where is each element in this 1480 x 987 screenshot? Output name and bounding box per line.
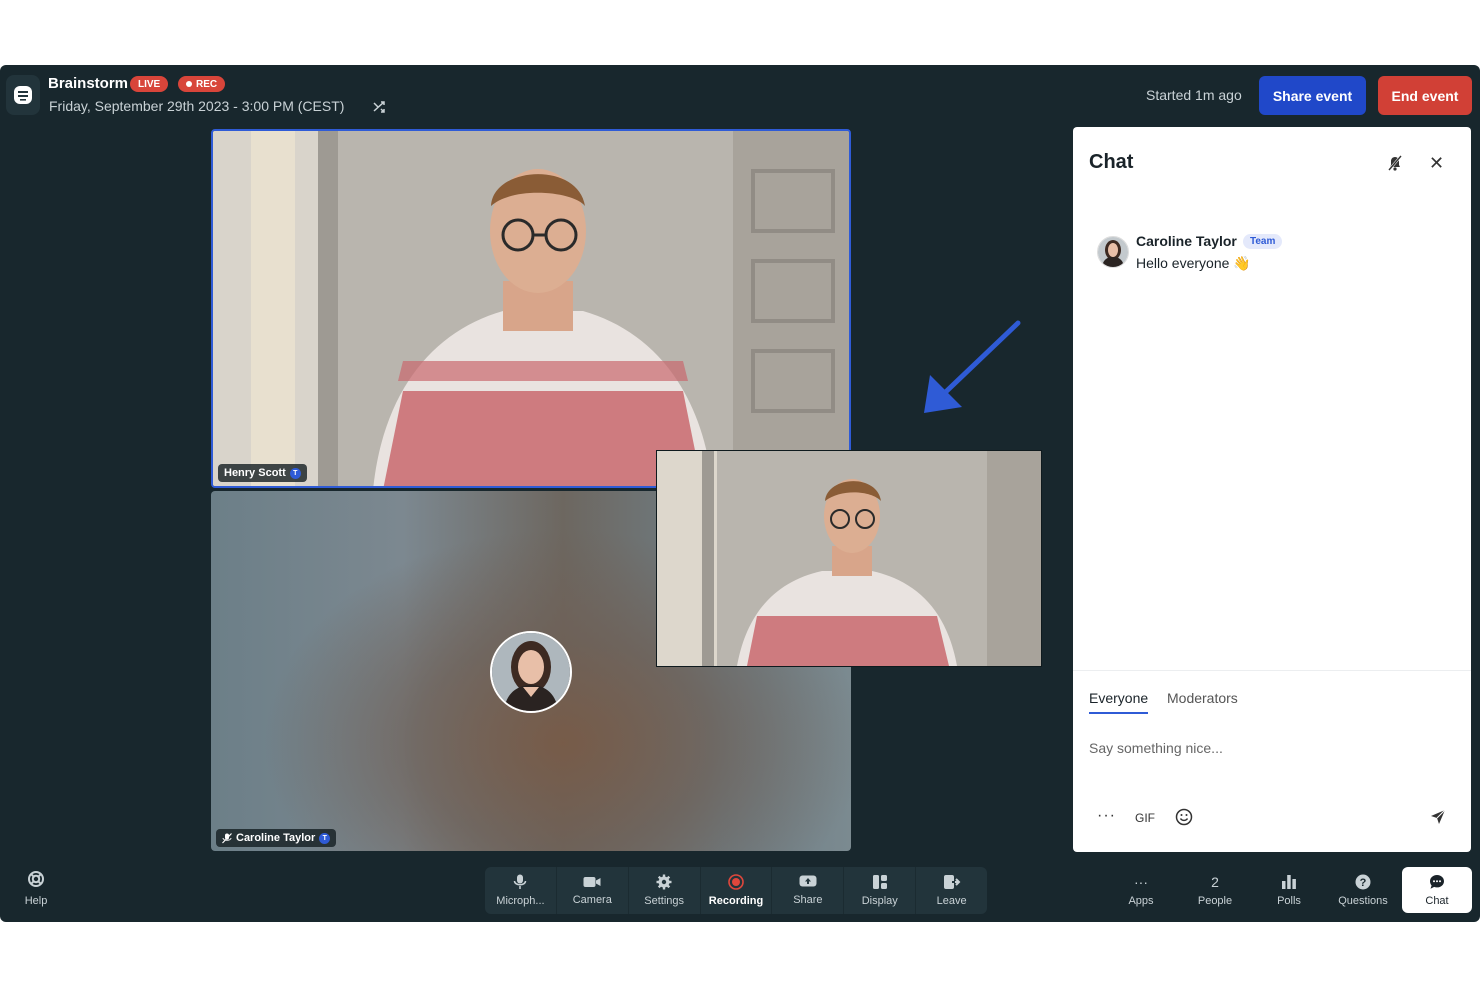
participant-name: Henry Scott — [224, 467, 286, 479]
display-button[interactable]: Display — [844, 867, 917, 914]
lifebuoy-icon — [28, 871, 44, 887]
svg-text:?: ? — [1360, 877, 1367, 889]
display-label: Display — [861, 895, 898, 907]
self-video-feed — [657, 451, 1041, 666]
microphone-label: Microph... — [496, 895, 545, 907]
emoji-icon[interactable] — [1175, 808, 1193, 826]
rec-dot-icon — [186, 81, 192, 87]
end-event-button[interactable]: End event — [1378, 76, 1472, 115]
question-icon: ? — [1355, 874, 1371, 889]
chat-message-input[interactable] — [1089, 740, 1389, 756]
recording-label: Recording — [708, 895, 764, 907]
avatar-image — [492, 633, 570, 711]
people-label: People — [1197, 894, 1233, 907]
help-label: Help — [24, 895, 48, 907]
event-app: Brainstorm LIVE REC Friday, September 29… — [0, 65, 1480, 922]
rec-badge-label: REC — [196, 78, 218, 90]
apps-button[interactable]: ··· Apps — [1104, 867, 1178, 913]
more-options-button[interactable]: ··· — [1097, 807, 1116, 825]
screen-share-icon — [799, 875, 817, 887]
questions-label: Questions — [1338, 894, 1388, 907]
shuffle-icon[interactable] — [372, 99, 388, 115]
help-button[interactable]: Help — [20, 870, 52, 907]
microphone-icon — [514, 874, 527, 889]
message-text: Hello everyone 👋 — [1136, 255, 1251, 271]
avatar-image — [1098, 237, 1128, 267]
chat-title: Chat — [1089, 151, 1134, 173]
polls-button[interactable]: Polls — [1252, 867, 1326, 913]
recording-button[interactable]: Recording — [701, 867, 773, 914]
message-author: Caroline Taylor — [1136, 233, 1237, 249]
gif-button[interactable]: GIF — [1135, 811, 1155, 825]
people-button[interactable]: 2 People — [1178, 867, 1252, 913]
settings-label: Settings — [644, 895, 685, 907]
rec-badge: REC — [178, 76, 226, 92]
bar-chart-icon — [1282, 874, 1296, 889]
logo-icon — [14, 86, 32, 104]
tab-everyone[interactable]: Everyone — [1089, 690, 1149, 714]
app-logo[interactable] — [6, 75, 40, 115]
team-badge-icon: T — [319, 832, 331, 844]
pointer-arrow-icon — [924, 320, 1021, 413]
share-event-button[interactable]: Share event — [1259, 76, 1366, 115]
chat-bubble-icon — [1430, 874, 1444, 889]
apps-label: Apps — [1128, 894, 1154, 907]
henry-video-feed — [213, 131, 849, 486]
microphone-button[interactable]: Microph... — [485, 867, 557, 914]
caroline-avatar — [490, 631, 572, 713]
more-dots-icon: ··· — [1134, 873, 1148, 890]
live-badge: LIVE — [130, 76, 169, 92]
share-label: Share — [793, 894, 823, 906]
settings-button[interactable]: Settings — [629, 867, 701, 914]
people-count: 2 — [1211, 873, 1219, 890]
message-avatar — [1097, 236, 1129, 268]
close-chat-icon[interactable]: ✕ — [1429, 153, 1444, 174]
divider — [1073, 670, 1471, 671]
mic-muted-icon — [222, 832, 232, 843]
panel-controls: ··· Apps 2 People Polls ? Questions Chat — [1104, 867, 1472, 913]
started-time: Started 1m ago — [1146, 87, 1242, 103]
tab-moderators[interactable]: Moderators — [1167, 690, 1238, 706]
record-icon — [728, 874, 744, 890]
event-title: Brainstorm — [48, 75, 129, 92]
chat-button[interactable]: Chat — [1402, 867, 1472, 913]
role-badge: Team — [1243, 234, 1283, 249]
video-tile-henry[interactable]: Henry Scott T — [211, 129, 851, 488]
camera-button[interactable]: Camera — [557, 867, 629, 914]
polls-label: Polls — [1277, 894, 1301, 907]
camera-label: Camera — [572, 894, 612, 906]
participant-name: Caroline Taylor — [236, 832, 316, 844]
name-tag-caroline: Caroline Taylor T — [216, 829, 337, 847]
event-date: Friday, September 29th 2023 - 3:00 PM (C… — [49, 98, 345, 114]
self-view-pip[interactable] — [656, 450, 1042, 667]
layout-icon — [872, 875, 887, 889]
chat-panel: Chat ✕ Caroline Taylor Team Hello everyo… — [1073, 127, 1471, 852]
share-screen-button[interactable]: Share — [772, 867, 845, 914]
leave-button[interactable]: Leave — [916, 867, 987, 914]
name-tag-henry: Henry Scott T — [218, 464, 307, 482]
leave-label: Leave — [936, 895, 967, 907]
main-controls: Microph... Camera Settings Recording Sha… — [485, 867, 987, 914]
gear-icon — [656, 874, 672, 890]
send-icon[interactable] — [1429, 808, 1447, 826]
questions-button[interactable]: ? Questions — [1326, 867, 1400, 913]
camera-icon — [583, 877, 601, 887]
chat-label: Chat — [1425, 894, 1449, 907]
notifications-off-icon[interactable] — [1386, 154, 1404, 172]
leave-icon — [943, 875, 960, 889]
team-badge-icon: T — [289, 467, 301, 479]
